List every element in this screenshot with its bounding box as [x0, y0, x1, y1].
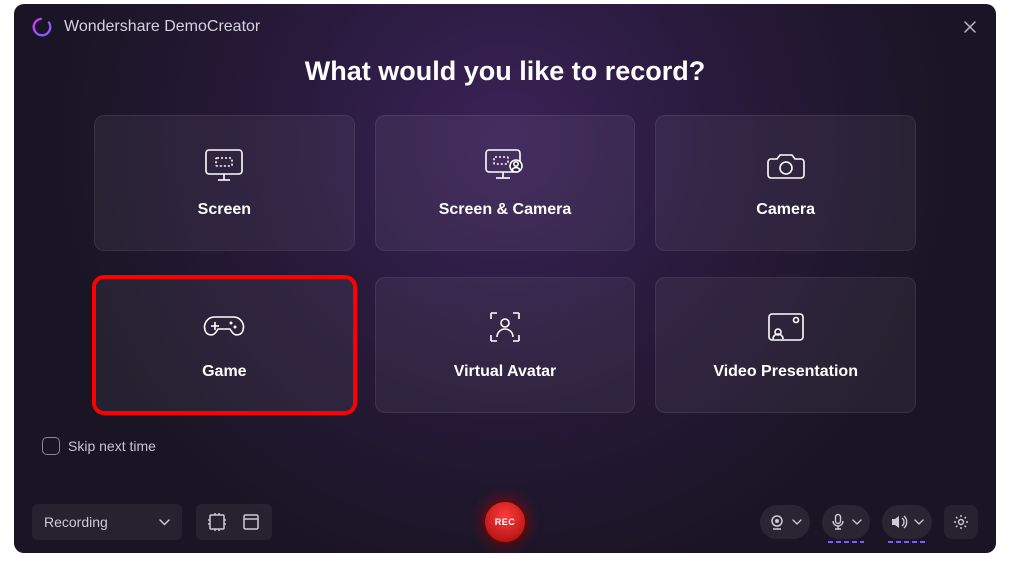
chevron-down-icon	[159, 519, 170, 526]
chevron-down-icon	[914, 519, 924, 525]
card-screen[interactable]: Screen	[94, 115, 355, 251]
microphone-toggle[interactable]	[822, 505, 870, 539]
skip-checkbox[interactable]	[42, 437, 60, 455]
card-label: Screen & Camera	[439, 201, 572, 219]
card-label: Virtual Avatar	[454, 363, 557, 381]
screen-icon	[202, 147, 246, 183]
card-label: Screen	[198, 201, 251, 219]
card-label: Game	[202, 363, 246, 381]
titlebar: Wondershare DemoCreator	[14, 4, 996, 50]
app-window: Wondershare DemoCreator What would you l…	[14, 4, 996, 553]
card-video-presentation[interactable]: Video Presentation	[655, 277, 916, 413]
screen-camera-icon	[482, 147, 528, 183]
settings-button[interactable]	[944, 505, 978, 539]
webcam-icon	[768, 513, 786, 531]
speaker-icon	[890, 514, 908, 530]
card-virtual-avatar[interactable]: Virtual Avatar	[375, 277, 636, 413]
app-title: Wondershare DemoCreator	[64, 18, 260, 36]
camera-icon	[765, 147, 807, 183]
app-logo-icon	[30, 15, 54, 39]
webcam-toggle[interactable]	[760, 505, 810, 539]
right-tools	[760, 505, 978, 539]
region-select-button[interactable]	[200, 507, 234, 537]
microphone-icon	[830, 513, 846, 531]
skip-row: Skip next time	[14, 413, 996, 455]
chevron-down-icon	[852, 519, 862, 525]
chevron-down-icon	[792, 519, 802, 525]
mode-dropdown[interactable]: Recording	[32, 504, 182, 540]
card-label: Camera	[756, 201, 815, 219]
card-screen-camera[interactable]: Screen & Camera	[375, 115, 636, 251]
close-button[interactable]	[960, 17, 980, 37]
speaker-toggle[interactable]	[882, 505, 932, 539]
card-camera[interactable]: Camera	[655, 115, 916, 251]
record-button[interactable]: REC	[483, 500, 527, 544]
card-game[interactable]: Game	[94, 277, 355, 413]
virtual-avatar-icon	[485, 309, 525, 345]
gamepad-icon	[201, 309, 247, 345]
mode-cards: Screen Screen & Camera Camera Game Virtu	[14, 115, 996, 413]
page-heading: What would you like to record?	[14, 56, 996, 87]
gear-icon	[952, 513, 970, 531]
skip-label: Skip next time	[68, 438, 156, 454]
capture-tools	[196, 504, 272, 540]
record-label: REC	[495, 517, 516, 527]
window-select-button[interactable]	[234, 507, 268, 537]
bottombar: Recording REC	[14, 491, 996, 553]
card-label: Video Presentation	[713, 363, 858, 381]
video-presentation-icon	[764, 309, 808, 345]
mode-label: Recording	[44, 514, 108, 530]
